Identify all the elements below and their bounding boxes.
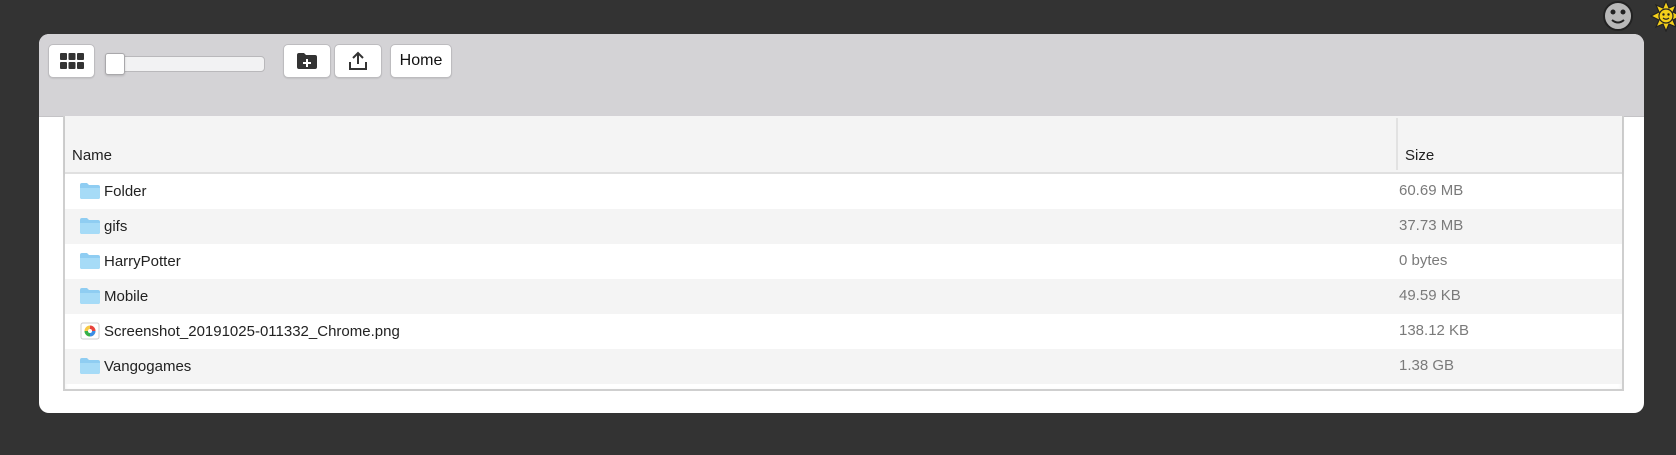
file-size: 0 bytes [1399,252,1448,269]
file-size: 1.38 GB [1399,357,1455,374]
table-row[interactable]: Screenshot_20191025-011332_Chrome.png 13… [65,314,1622,349]
grid-view-icon [59,53,84,69]
file-table: Name Size Folder 60.69 MB gifs 37.73 MB [63,116,1624,391]
table-row[interactable]: Vangogames 1.38 GB [65,349,1622,384]
folder-icon [80,182,100,200]
table-row[interactable]: Folder 60.69 MB [65,174,1622,209]
table-row[interactable]: gifs 37.73 MB [65,209,1622,244]
new-folder-button[interactable] [283,44,331,78]
home-breadcrumb-button[interactable]: Home [390,44,452,78]
new-folder-icon [297,53,317,69]
upload-icon [349,51,367,70]
file-size: 60.69 MB [1399,182,1464,199]
file-size: 37.73 MB [1399,217,1464,234]
upload-button[interactable] [334,44,382,78]
table-header: Name Size [65,116,1622,174]
sun-icon[interactable] [1650,0,1676,32]
grid-view-button[interactable] [48,44,95,78]
file-browser-panel: Home Name Size Folder 60.69 MB gifs 37.7… [39,34,1644,413]
size-column-header[interactable]: Size [1405,147,1434,164]
file-name: Mobile [104,288,149,305]
folder-icon [80,217,100,235]
zoom-slider[interactable] [105,53,265,75]
table-row[interactable]: Mobile 49.59 KB [65,279,1622,314]
file-name: Screenshot_20191025-011332_Chrome.png [104,323,400,340]
column-divider[interactable] [1396,118,1398,170]
file-name: HarryPotter [104,253,181,270]
moon-face-icon[interactable] [1602,0,1634,32]
file-manager-page: Home Name Size Folder 60.69 MB gifs 37.7… [0,0,1676,455]
file-name: gifs [104,218,128,235]
file-name: Folder [104,183,147,200]
image-file-icon [80,322,100,340]
file-size: 138.12 KB [1399,322,1470,339]
table-row[interactable]: HarryPotter 0 bytes [65,244,1622,279]
folder-icon [80,252,100,270]
file-name: Vangogames [104,358,192,375]
slider-handle[interactable] [105,53,125,75]
name-column-header[interactable]: Name [72,147,112,164]
folder-icon [80,287,100,305]
toolbar: Home [39,34,1644,117]
file-size: 49.59 KB [1399,287,1461,304]
file-list: Folder 60.69 MB gifs 37.73 MB HarryPotte… [65,174,1622,384]
folder-icon [80,357,100,375]
